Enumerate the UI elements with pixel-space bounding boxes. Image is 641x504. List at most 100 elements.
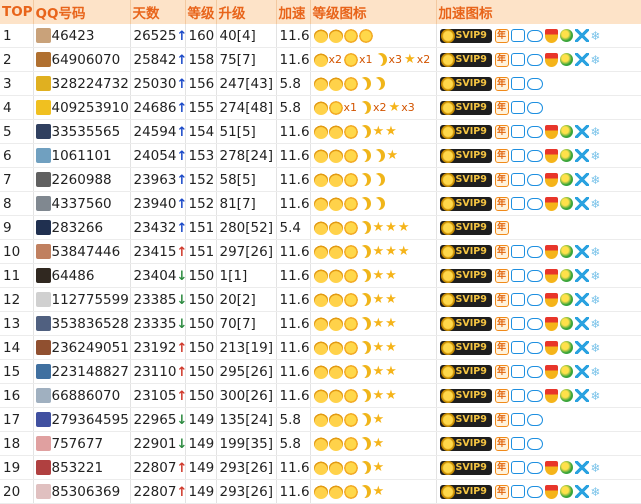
qq-cell[interactable]: 112775599 [33, 287, 131, 312]
header-days[interactable]: 天数 [130, 0, 186, 24]
header-upgrade[interactable]: 升级 [216, 0, 277, 24]
table-row[interactable]: 1727936459522965↓149135[24]5.8★SVIP9年 [0, 407, 641, 432]
table-row[interactable]: 14642326525↑16040[4]11.6SVIP9年❄ [0, 24, 641, 48]
qq-cell[interactable]: 85306369 [33, 479, 131, 504]
arrow-up-icon: ↑ [176, 77, 184, 92]
qq-cell[interactable]: 223148827 [33, 359, 131, 384]
sun-icon [343, 436, 358, 451]
x-icon [574, 341, 589, 354]
qq-cell[interactable]: 236249051 [33, 335, 131, 360]
x-icon [574, 389, 589, 402]
arrow-up-icon: ↑ [176, 365, 184, 380]
qq-cell[interactable]: 64486 [33, 263, 131, 288]
qq-cell[interactable]: 53847446 [33, 239, 131, 264]
days-cell-text: 22901 [133, 435, 177, 452]
ball-icon [559, 269, 573, 282]
level-cell: 150 [185, 335, 217, 360]
table-row[interactable]: 166688607023105↑150300[26]11.6★★SVIP9年❄ [0, 383, 641, 408]
table-row[interactable]: 105384744623415↑151297[26]11.6★★★SVIP9年❄ [0, 239, 641, 264]
header-level[interactable]: 等级 [185, 0, 217, 24]
days-cell: 22807↑ [130, 455, 186, 480]
arrow-down-icon: ↓ [176, 293, 184, 308]
upgrade-cell: 1[1] [216, 263, 277, 288]
table-row[interactable]: 1522314882723110↑150295[26]11.6★★SVIP9年❄ [0, 359, 641, 384]
multiplier-label: x3 [401, 101, 415, 114]
avatar [35, 147, 51, 163]
level-icons-cell: ★★ [310, 383, 437, 408]
star-icon: ★ [385, 124, 397, 139]
upgrade-cell: 278[24] [216, 143, 277, 168]
table-row[interactable]: 26490607025842↑15875[7]11.6x2x1x3★x2SVIP… [0, 47, 641, 72]
level-cell-text: 152 [188, 171, 215, 188]
table-row[interactable]: 1423624905123192↑150213[19]11.6★★SVIP9年❄ [0, 335, 641, 360]
svip-badge-icon: SVIP9 [439, 268, 492, 283]
table-row[interactable]: 1985322122807↑149293[26]11.6★SVIP9年❄ [0, 455, 641, 480]
table-row[interactable]: 53353556524594↑15451[5]11.6★★SVIP9年❄ [0, 119, 641, 144]
moon-icon [359, 365, 371, 378]
snowflake-icon: ❄ [590, 484, 601, 499]
moon-icon [373, 197, 385, 210]
header-top[interactable]: TOP [0, 0, 34, 24]
upgrade-cell: 297[26] [216, 239, 277, 264]
level-cell-text: 150 [188, 387, 215, 404]
level-cell: 154 [185, 119, 217, 144]
header-speed[interactable]: 加速 [276, 0, 311, 24]
level-icons-cell: ★★ [310, 335, 437, 360]
table-row[interactable]: 116448623404↓1501[1]11.6★★SVIP9年❄ [0, 263, 641, 288]
x-icon [574, 53, 589, 66]
star-icon: ★ [372, 220, 385, 235]
vip-shield-icon [510, 461, 525, 474]
table-row[interactable]: 6106110124054↑153278[24]11.6★SVIP9年❄ [0, 143, 641, 168]
qq-cell[interactable]: 46423 [33, 24, 131, 48]
speed-cell-text: 11.6 [279, 291, 310, 308]
table-row[interactable]: 332822473225030↑156247[43]5.8SVIP9年 [0, 71, 641, 96]
qq-cell[interactable]: 283266 [33, 215, 131, 240]
upgrade-cell-text: 293[26] [219, 483, 273, 500]
speed-cell: 11.6 [276, 479, 311, 504]
table-row[interactable]: 1211277559923385↓15020[2]11.6★★SVIP9年❄ [0, 287, 641, 312]
speed-cell-text: 11.6 [279, 315, 310, 332]
level-cell: 150 [185, 359, 217, 384]
star-icon: ★ [372, 388, 385, 403]
header-speed-icons[interactable]: 加速图标 [436, 0, 641, 24]
qq-cell[interactable]: 64906070 [33, 47, 131, 72]
snowflake-icon: ❄ [590, 28, 601, 43]
qq-cell[interactable]: 1061101 [33, 143, 131, 168]
x-icon [574, 29, 589, 42]
qq-cell[interactable]: 66886070 [33, 383, 131, 408]
qq-cell[interactable]: 328224732 [33, 71, 131, 96]
level-icons-cell: ★★ [310, 311, 437, 336]
level-cell-text: 151 [188, 219, 215, 236]
level-cell: 150 [185, 311, 217, 336]
qq-cell[interactable]: 409253910 [33, 95, 131, 120]
table-header-row: TOP QQ号码 天数 等级 升级 加速 等级图标 加速图标 [0, 0, 641, 24]
qq-cell[interactable]: 279364595 [33, 407, 131, 432]
qq-cell[interactable]: 853221 [33, 455, 131, 480]
level-cell: 149 [185, 431, 217, 456]
table-row[interactable]: 208530636922807↑149293[26]11.6★SVIP9年❄ [0, 479, 641, 504]
level-cell-text: 150 [188, 291, 215, 308]
qq-cell[interactable]: 33535565 [33, 119, 131, 144]
table-row[interactable]: 1335383652823335↓15070[7]11.6★★SVIP9年❄ [0, 311, 641, 336]
qq-cell[interactable]: 2260988 [33, 167, 131, 192]
table-row[interactable]: 928326623432↑151280[52]5.4★★★SVIP9年 [0, 215, 641, 240]
days-cell-text: 23192 [133, 339, 177, 356]
table-row[interactable]: 8433756023940↑15281[7]11.6SVIP9年❄ [0, 191, 641, 216]
medal-icon [544, 28, 558, 43]
table-row[interactable]: 1875767722901↓149199[35]5.8★SVIP9年 [0, 431, 641, 456]
table-row[interactable]: 7226098823963↑15258[5]11.6SVIP9年❄ [0, 167, 641, 192]
qq-number: 85306369 [51, 483, 121, 500]
qq-cell[interactable]: 353836528 [33, 311, 131, 336]
qq-cell[interactable]: 757677 [33, 431, 131, 456]
gamepad-icon [526, 389, 543, 402]
header-qq[interactable]: QQ号码 [33, 0, 131, 24]
rank-cell-text: 18 [3, 435, 21, 452]
table-row[interactable]: 440925391024686↑155274[48]5.8x1x2★x3SVIP… [0, 95, 641, 120]
days-cell: 23963↑ [130, 167, 186, 192]
qq-cell[interactable]: 4337560 [33, 191, 131, 216]
svip-badge-icon: SVIP9 [439, 364, 492, 379]
rank-cell-text: 12 [3, 291, 21, 308]
crown-icon [313, 28, 328, 43]
header-level-icons[interactable]: 等级图标 [310, 0, 437, 24]
days-cell-text: 23415 [133, 243, 177, 260]
